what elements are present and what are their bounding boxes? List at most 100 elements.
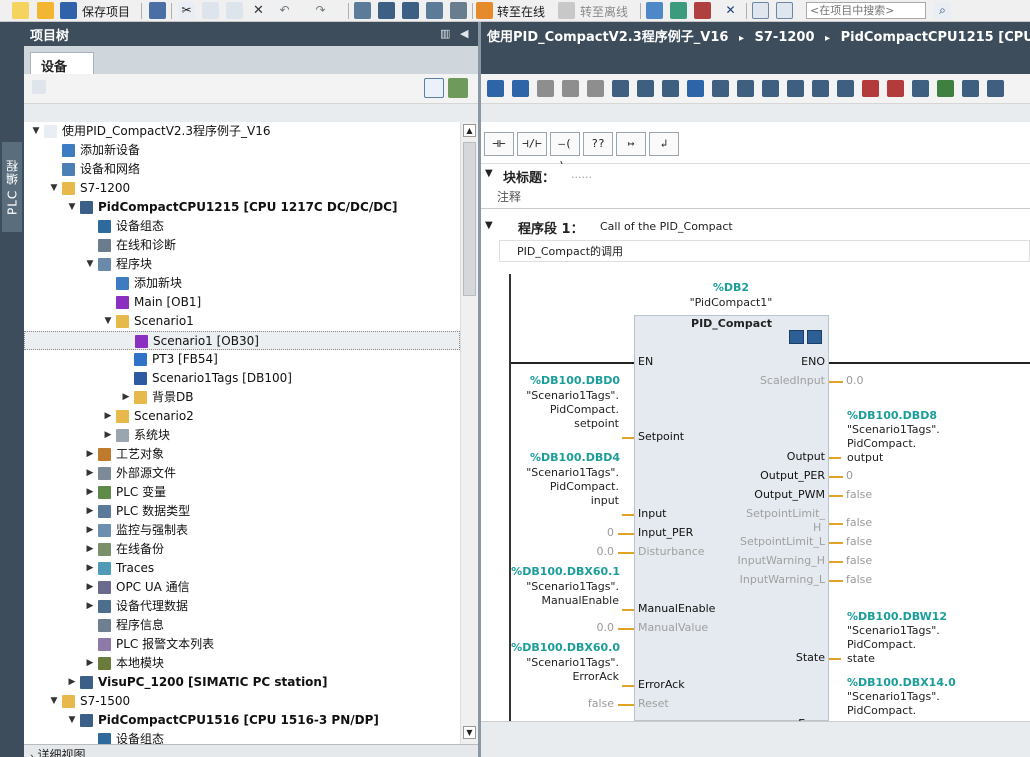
input-tag[interactable]: ManualEnable [494, 594, 619, 607]
input-tag[interactable]: "Scenario1Tags". [494, 580, 619, 593]
close-branch-button[interactable]: ↲ [649, 132, 679, 156]
expand-arrow-icon[interactable]: ▶ [84, 597, 96, 616]
tree-item[interactable]: ▶ 外部源文件 [24, 464, 460, 483]
tree-item[interactable]: ▼ PidCompactCPU1516 [CPU 1516-3 PN/DP] [24, 711, 460, 730]
expand-arrow-icon[interactable]: ▶ [84, 445, 96, 464]
output-value[interactable]: false [846, 535, 872, 548]
open-branch-button[interactable]: ↦ [616, 132, 646, 156]
tree-item[interactable]: ▼ 使用PID_CompactV2.3程序例子_V16 [24, 122, 460, 141]
tree-item[interactable]: ▶ PLC 数据类型 [24, 502, 460, 521]
output-value[interactable]: false [846, 554, 872, 567]
go-online-button[interactable]: 转至在线 [497, 3, 545, 20]
search-icon[interactable]: ⌕ [934, 2, 951, 19]
input-tag[interactable]: input [494, 494, 619, 507]
expand-arrow-icon[interactable]: ▶ [84, 502, 96, 521]
print-icon[interactable] [149, 2, 166, 19]
tree-item[interactable]: ▶ 在线备份 [24, 540, 460, 559]
input-address[interactable]: %DB100.DBD4 [504, 451, 620, 464]
show-comments-icon[interactable] [687, 80, 704, 97]
tree-item[interactable]: PLC 报警文本列表 [24, 635, 460, 654]
expand-arrow-icon[interactable]: ▶ [84, 464, 96, 483]
input-address[interactable]: %DB100.DBD0 [504, 374, 620, 387]
tree-item[interactable]: Main [OB1] [24, 293, 460, 312]
tree-item[interactable]: 添加新块 [24, 274, 460, 293]
panel-pin-icon[interactable]: ▥ [440, 27, 450, 40]
tree-item[interactable]: ▼ Scenario1 [24, 312, 460, 331]
tree-item[interactable]: ▶ 背景DB [24, 388, 460, 407]
accessible-devices-icon[interactable] [646, 2, 663, 19]
tree-item[interactable]: ▼ S7-1500 [24, 692, 460, 711]
save-icon[interactable] [60, 2, 77, 19]
output-address[interactable]: %DB100.DBX14.0 [847, 676, 956, 689]
stop-cpu-icon[interactable] [694, 2, 711, 19]
collapse-arrow-icon[interactable]: ▼ [84, 255, 96, 274]
output-tag[interactable]: PidCompact. [847, 638, 916, 651]
input-tag[interactable]: "Scenario1Tags". [494, 466, 619, 479]
absolute-addressing-icon[interactable] [612, 80, 629, 97]
tree-item[interactable]: ▶ 设备代理数据 [24, 597, 460, 616]
new-project-icon[interactable] [12, 2, 29, 19]
undo-icon[interactable]: ↶ [276, 2, 293, 19]
shortcut-icon[interactable] [987, 80, 1004, 97]
input-value[interactable]: 0.0 [564, 621, 615, 634]
collapse-network-icon[interactable]: ▼ [485, 220, 493, 231]
tree-item[interactable]: 程序信息 [24, 616, 460, 635]
output-address[interactable]: %DB100.DBW12 [847, 610, 947, 623]
delete-icon[interactable]: ✕ [250, 2, 267, 19]
output-tag[interactable]: PidCompact. [847, 437, 916, 450]
expand-arrow-icon[interactable]: ▶ [84, 521, 96, 540]
tree-scroll-thumb[interactable] [463, 142, 476, 296]
output-tag[interactable]: "Scenario1Tags". [847, 690, 940, 703]
open-project-icon[interactable] [37, 2, 54, 19]
split-horizontal-icon[interactable] [752, 2, 769, 19]
expand-detail-icon[interactable]: › [30, 752, 34, 757]
insert-network-icon[interactable] [487, 80, 504, 97]
overview-icon[interactable] [424, 78, 444, 98]
input-tag[interactable]: "Scenario1Tags". [494, 656, 619, 669]
tree-item[interactable]: ▼ PidCompactCPU1215 [CPU 1217C DC/DC/DC] [24, 198, 460, 217]
go-to-next-icon[interactable] [762, 80, 779, 97]
compare-icon[interactable] [862, 80, 879, 97]
device-view-icon[interactable] [32, 80, 46, 94]
add-row-icon[interactable] [562, 80, 579, 97]
refresh-icon[interactable] [448, 78, 468, 98]
breadcrumb-station[interactable]: S7-1200 [755, 30, 815, 45]
breadcrumb-cpu[interactable]: PidCompactCPU1215 [CPU 1217C DC/DC/DC] [841, 30, 1030, 45]
input-tag[interactable]: PidCompact. [494, 403, 619, 416]
tree-item[interactable]: ▼ S7-1200 [24, 179, 460, 198]
output-tag[interactable]: output [847, 451, 883, 464]
output-tag[interactable]: "Scenario1Tags". [847, 423, 940, 436]
project-search-input[interactable] [806, 2, 926, 19]
output-value[interactable]: 0.0 [846, 374, 864, 387]
download-icon[interactable] [378, 2, 395, 19]
go-offline-button[interactable]: 转至离线 [580, 3, 628, 20]
tree-item[interactable]: ▶ 系统块 [24, 426, 460, 445]
empty-box-button[interactable]: ?? [583, 132, 613, 156]
fb-config-icon[interactable] [807, 330, 822, 344]
expand-arrow-icon[interactable]: ▶ [84, 559, 96, 578]
collapse-arrow-icon[interactable]: ▼ [66, 198, 78, 217]
update-interface-icon[interactable] [787, 80, 804, 97]
input-tag[interactable]: "Scenario1Tags". [494, 389, 619, 402]
paste-icon[interactable] [226, 2, 243, 19]
start-cpu-icon[interactable] [670, 2, 687, 19]
tree-item[interactable]: 添加新设备 [24, 141, 460, 160]
tree-item[interactable]: 设备组态 [24, 217, 460, 236]
tree-item[interactable]: ▶ 工艺对象 [24, 445, 460, 464]
expand-arrow-icon[interactable]: ▶ [120, 388, 132, 407]
scroll-down-arrow-icon[interactable]: ▼ [463, 726, 476, 739]
block-title-value[interactable]: ...... [571, 168, 592, 181]
tree-item[interactable]: 在线和诊断 [24, 236, 460, 255]
monitoring-on-icon[interactable] [937, 80, 954, 97]
output-address[interactable]: %DB100.DBD8 [847, 409, 937, 422]
normally-closed-contact-button[interactable]: ⊣/⊢ [517, 132, 547, 156]
go-offline-icon[interactable] [558, 2, 575, 19]
breakpoint-icon[interactable] [912, 80, 929, 97]
replace-icon[interactable] [962, 80, 979, 97]
coil-button[interactable]: –( )– [550, 132, 580, 172]
tree-item[interactable]: ▼ 程序块 [24, 255, 460, 274]
show-properties-icon[interactable] [812, 80, 829, 97]
expand-arrow-icon[interactable]: ▶ [66, 673, 78, 692]
monitor-icon[interactable] [837, 80, 854, 97]
redo-icon[interactable]: ↷ [312, 2, 329, 19]
